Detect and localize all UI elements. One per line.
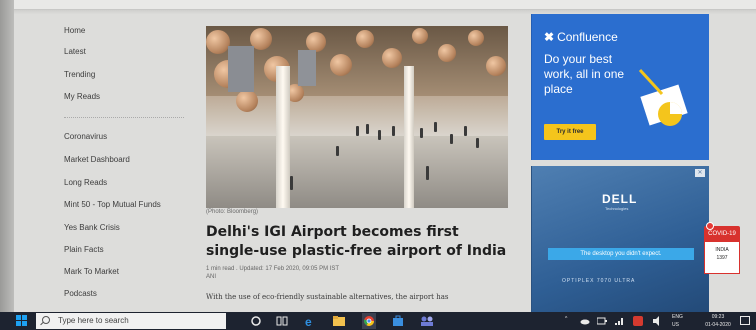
file-explorer-icon[interactable] bbox=[332, 315, 346, 327]
hero-sign bbox=[228, 46, 254, 92]
tray-chevron-icon[interactable]: ^ bbox=[565, 316, 567, 322]
sidebar-item-yes-bank[interactable]: Yes Bank Crisis bbox=[64, 223, 120, 232]
network-icon[interactable] bbox=[614, 316, 624, 326]
hero-column bbox=[276, 66, 290, 208]
hero-person bbox=[336, 146, 339, 156]
hero-person bbox=[426, 166, 429, 180]
chrome-icon[interactable] bbox=[362, 313, 376, 329]
hero-person bbox=[356, 126, 359, 136]
sidebar-item-coronavirus[interactable]: Coronavirus bbox=[64, 132, 107, 141]
hero-person bbox=[450, 134, 453, 144]
sidebar-item-home[interactable]: Home bbox=[64, 26, 85, 35]
sidebar-item-latest[interactable]: Latest bbox=[64, 47, 86, 56]
confluence-tagline: Do your best work, all in one place bbox=[544, 52, 625, 96]
covid-body: INDIA 1397 bbox=[704, 242, 740, 274]
article: (Photo: Bloomberg) Delhi's IGI Airport b… bbox=[206, 26, 524, 312]
sidebar-item-trending[interactable]: Trending bbox=[64, 70, 95, 79]
confluence-x-icon: ✖ bbox=[544, 30, 555, 44]
windows-start-icon[interactable] bbox=[16, 315, 28, 327]
article-headline[interactable]: Delhi's IGI Airport becomes first single… bbox=[206, 223, 516, 261]
hero-disc bbox=[306, 32, 326, 52]
hero-disc bbox=[468, 30, 484, 46]
clock-time: 09:23 bbox=[711, 314, 725, 320]
hero-person bbox=[366, 124, 369, 134]
sidebar-nav: Home Latest Trending My Reads Coronaviru… bbox=[14, 14, 194, 312]
system-clock[interactable]: 09:23 01-04-2020 bbox=[700, 313, 736, 329]
clock-date: 01-04-2020 bbox=[705, 322, 731, 328]
battery-icon[interactable] bbox=[597, 317, 607, 325]
hero-disc bbox=[236, 90, 258, 112]
language-sub: US bbox=[672, 322, 679, 328]
covid-widget[interactable]: COVID-19 INDIA 1397 bbox=[704, 222, 740, 284]
article-hero-image[interactable] bbox=[206, 26, 508, 208]
hero-disc bbox=[486, 56, 506, 76]
illustration-pencil bbox=[638, 68, 664, 96]
sidebar-item-mark-to-market[interactable]: Mark To Market bbox=[64, 267, 119, 276]
sidebar-item-my-reads[interactable]: My Reads bbox=[64, 92, 100, 101]
dell-ad-footer: OPTIPLEX 7070 ULTRA bbox=[562, 278, 636, 284]
hero-person bbox=[434, 122, 437, 132]
browser-bar bbox=[14, 0, 756, 10]
language-label: ENG bbox=[672, 314, 683, 320]
hero-disc bbox=[356, 30, 374, 48]
onedrive-icon[interactable] bbox=[580, 317, 590, 325]
taskbar-search[interactable]: Type here to search bbox=[36, 313, 226, 329]
covid-dot-icon bbox=[706, 222, 714, 230]
hero-person bbox=[476, 138, 479, 148]
hero-column bbox=[404, 66, 414, 208]
covid-count: 1397 bbox=[716, 255, 728, 261]
hero-disc bbox=[412, 28, 428, 44]
hero-disc bbox=[438, 44, 456, 62]
notification-icon[interactable] bbox=[740, 316, 750, 325]
language-indicator[interactable]: ENG US bbox=[672, 313, 694, 329]
dell-logo: DELL bbox=[602, 192, 638, 206]
confluence-illustration bbox=[638, 68, 688, 126]
article-meta: 1 min read . Updated: 17 Feb 2020, 09:05… bbox=[206, 266, 340, 272]
sidebar-item-long-reads[interactable]: Long Reads bbox=[64, 178, 107, 187]
confluence-logo: ✖ Confluence bbox=[544, 30, 618, 44]
hero-disc bbox=[206, 30, 230, 54]
hero-person bbox=[378, 130, 381, 140]
article-source: ANI bbox=[206, 274, 217, 280]
svg-text:e: e bbox=[305, 315, 312, 327]
hero-person bbox=[392, 126, 395, 136]
try-it-free-button[interactable]: Try it free bbox=[544, 124, 596, 140]
hero-person bbox=[290, 176, 293, 190]
ad-close-icon[interactable]: ✕ bbox=[695, 169, 705, 177]
hero-sign bbox=[298, 50, 316, 86]
hero-person bbox=[420, 128, 423, 138]
article-summary: With the use of eco-friendly sustainable… bbox=[206, 293, 449, 301]
dell-sub: Technologies bbox=[605, 206, 629, 211]
hero-disc bbox=[330, 54, 352, 76]
app-tray-icon[interactable] bbox=[632, 315, 644, 327]
hero-person bbox=[464, 126, 467, 136]
sidebar-item-podcasts[interactable]: Podcasts bbox=[64, 289, 97, 298]
sidebar-item-mint-50[interactable]: Mint 50 - Top Mutual Funds bbox=[64, 200, 161, 209]
sidebar-item-market-dashboard[interactable]: Market Dashboard bbox=[64, 155, 130, 164]
edge-icon[interactable]: e bbox=[304, 315, 316, 327]
confluence-brand: Confluence bbox=[557, 30, 618, 44]
dell-ad-bar: The desktop you didn't expect. bbox=[548, 248, 694, 260]
store-icon[interactable] bbox=[392, 315, 404, 327]
dell-ad[interactable]: ✕ DELL Technologies The desktop you didn… bbox=[531, 166, 709, 312]
search-icon bbox=[42, 316, 50, 324]
screen-bezel bbox=[0, 0, 14, 312]
search-placeholder: Type here to search bbox=[58, 316, 129, 325]
hero-floor bbox=[206, 136, 508, 208]
hero-disc bbox=[382, 48, 402, 68]
photo-caption: (Photo: Bloomberg) bbox=[206, 209, 259, 215]
teams-icon[interactable] bbox=[420, 315, 434, 327]
volume-icon[interactable] bbox=[652, 316, 664, 326]
cortana-icon[interactable] bbox=[250, 315, 262, 327]
taskbar: Type here to search e ^ ENG US 09:23 01-… bbox=[0, 312, 756, 330]
task-view-icon[interactable] bbox=[276, 315, 288, 327]
sidebar-item-plain-facts[interactable]: Plain Facts bbox=[64, 245, 104, 254]
covid-country: INDIA bbox=[715, 247, 729, 253]
web-page: Home Latest Trending My Reads Coronaviru… bbox=[14, 14, 756, 312]
sidebar-divider bbox=[64, 117, 184, 118]
confluence-ad[interactable]: ✖ Confluence Do your best work, all in on… bbox=[531, 14, 709, 160]
